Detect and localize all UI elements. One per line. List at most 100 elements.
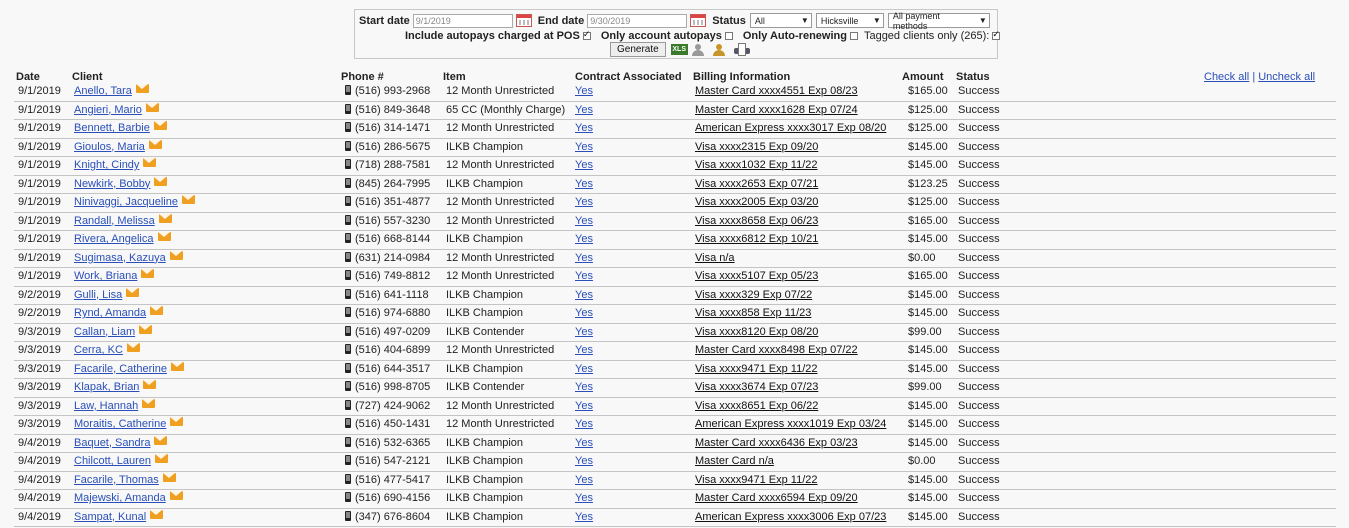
contract-link[interactable]: Yes	[575, 324, 593, 341]
billing-link[interactable]: Visa xxxx5107 Exp 05/23	[695, 268, 818, 285]
client-link[interactable]: Angieri, Mario	[74, 104, 142, 116]
contract-link[interactable]: Yes	[575, 83, 593, 100]
client-link[interactable]: Facarile, Catherine	[74, 363, 167, 375]
email-icon[interactable]	[142, 398, 156, 408]
include-autopays-checkbox[interactable]	[582, 29, 591, 40]
email-icon[interactable]	[153, 121, 167, 130]
contract-link[interactable]: Yes	[575, 157, 593, 174]
location-select[interactable]: Hicksville ▼	[815, 13, 884, 28]
billing-link[interactable]: Master Card xxxx8498 Exp 07/22	[695, 342, 858, 359]
client-link[interactable]: Sugimasa, Kazuya	[74, 252, 166, 264]
contract-link[interactable]: Yes	[575, 139, 593, 156]
billing-link[interactable]: Master Card xxxx4551 Exp 08/23	[695, 83, 858, 100]
contract-link[interactable]: Yes	[575, 361, 593, 378]
contract-link[interactable]: Yes	[575, 398, 593, 415]
billing-link[interactable]: Master Card xxxx6594 Exp 09/20	[695, 490, 858, 507]
excel-export-icon[interactable]: XLS	[670, 44, 688, 55]
email-icon[interactable]	[155, 454, 169, 463]
contract-link[interactable]: Yes	[575, 490, 593, 507]
contract-link[interactable]: Yes	[575, 250, 593, 267]
billing-link[interactable]: American Express xxxx3017 Exp 08/20	[695, 120, 886, 137]
contract-link[interactable]: Yes	[575, 472, 593, 489]
billing-link[interactable]: Visa xxxx2315 Exp 09/20	[695, 139, 818, 156]
email-icon[interactable]	[150, 509, 164, 519]
users-icon[interactable]	[712, 43, 731, 57]
email-icon[interactable]	[157, 232, 171, 241]
email-icon[interactable]	[148, 139, 162, 149]
start-date-input[interactable]	[412, 13, 513, 28]
billing-link[interactable]: Visa xxxx1032 Exp 11/22	[695, 157, 818, 174]
generate-button[interactable]: Generate	[610, 42, 666, 57]
billing-link[interactable]: Master Card xxxx1628 Exp 07/24	[695, 102, 858, 119]
client-link[interactable]: Randall, Melissa	[74, 215, 155, 227]
only-auto-renewing-checkbox[interactable]	[849, 32, 858, 40]
contract-link[interactable]: Yes	[575, 268, 593, 285]
contract-link[interactable]: Yes	[575, 305, 593, 322]
email-icon[interactable]	[143, 380, 157, 389]
billing-link[interactable]: Visa xxxx329 Exp 07/22	[695, 287, 812, 304]
contract-link[interactable]: Yes	[575, 120, 593, 137]
billing-link[interactable]: Visa xxxx8651 Exp 06/22	[695, 398, 818, 415]
client-link[interactable]: Anello, Tara	[74, 85, 132, 97]
email-icon[interactable]	[158, 213, 172, 223]
client-link[interactable]: Sampat, Kunal	[74, 511, 146, 523]
contract-link[interactable]: Yes	[575, 453, 593, 470]
email-icon[interactable]	[154, 435, 168, 445]
email-icon[interactable]	[154, 176, 168, 186]
email-icon[interactable]	[169, 250, 183, 260]
client-link[interactable]: Gulli, Lisa	[74, 289, 122, 301]
email-icon[interactable]	[126, 287, 140, 297]
users-icon[interactable]	[691, 43, 710, 57]
client-link[interactable]: Moraitis, Catherine	[74, 418, 166, 430]
email-icon[interactable]	[162, 472, 176, 482]
email-icon[interactable]	[141, 269, 155, 278]
status-select[interactable]: All ▼	[749, 13, 812, 28]
email-icon[interactable]	[139, 324, 153, 334]
client-link[interactable]: Chilcott, Lauren	[74, 455, 151, 467]
contract-link[interactable]: Yes	[575, 435, 593, 452]
contract-link[interactable]: Yes	[575, 194, 593, 211]
client-link[interactable]: Rivera, Angelica	[74, 233, 154, 245]
billing-link[interactable]: Visa xxxx858 Exp 11/23	[695, 305, 811, 322]
client-link[interactable]: Rynd, Amanda	[74, 307, 146, 319]
billing-link[interactable]: American Express xxxx1019 Exp 03/24	[695, 416, 886, 433]
contract-link[interactable]: Yes	[575, 176, 593, 193]
calendar-icon[interactable]	[515, 14, 532, 27]
billing-link[interactable]: Master Card xxxx6436 Exp 03/23	[695, 435, 858, 452]
contract-link[interactable]: Yes	[575, 287, 593, 304]
billing-link[interactable]: Visa xxxx8658 Exp 06/23	[695, 213, 818, 230]
contract-link[interactable]: Yes	[575, 416, 593, 433]
billing-link[interactable]: Visa xxxx9471 Exp 11/22	[695, 361, 818, 378]
email-icon[interactable]	[135, 84, 149, 93]
billing-link[interactable]: Visa xxxx9471 Exp 11/22	[695, 472, 818, 489]
client-link[interactable]: Knight, Cindy	[74, 159, 139, 171]
email-icon[interactable]	[150, 306, 164, 315]
billing-link[interactable]: Visa xxxx2653 Exp 07/21	[695, 176, 818, 193]
contract-link[interactable]: Yes	[575, 213, 593, 230]
client-link[interactable]: Callan, Liam	[74, 326, 135, 338]
email-icon[interactable]	[181, 195, 195, 204]
email-icon[interactable]	[126, 343, 140, 352]
email-icon[interactable]	[170, 361, 184, 371]
client-link[interactable]: Cerra, KC	[74, 344, 123, 356]
email-icon[interactable]	[145, 102, 159, 112]
client-link[interactable]: Baquet, Sandra	[74, 437, 150, 449]
contract-link[interactable]: Yes	[575, 102, 593, 119]
client-link[interactable]: Klapak, Brian	[74, 381, 139, 393]
calendar-icon[interactable]	[690, 14, 707, 27]
billing-link[interactable]: Visa xxxx8120 Exp 08/20	[695, 324, 818, 341]
client-link[interactable]: Work, Briana	[74, 270, 137, 282]
contract-link[interactable]: Yes	[575, 379, 593, 396]
contract-link[interactable]: Yes	[575, 231, 593, 248]
client-link[interactable]: Facarile, Thomas	[74, 474, 159, 486]
billing-link[interactable]: Visa xxxx2005 Exp 03/20	[695, 194, 818, 211]
client-link[interactable]: Majewski, Amanda	[74, 492, 166, 504]
billing-link[interactable]: Master Card n/a	[695, 453, 774, 470]
client-link[interactable]: Newkirk, Bobby	[74, 178, 150, 190]
contract-link[interactable]: Yes	[575, 509, 593, 526]
billing-link[interactable]: Visa xxxx6812 Exp 10/21	[695, 231, 818, 248]
billing-link[interactable]: Visa xxxx3674 Exp 07/23	[695, 379, 818, 396]
print-icon[interactable]	[733, 42, 750, 57]
billing-link[interactable]: American Express xxxx3006 Exp 07/23	[695, 509, 886, 526]
tagged-clients-checkbox[interactable]	[992, 29, 1001, 40]
